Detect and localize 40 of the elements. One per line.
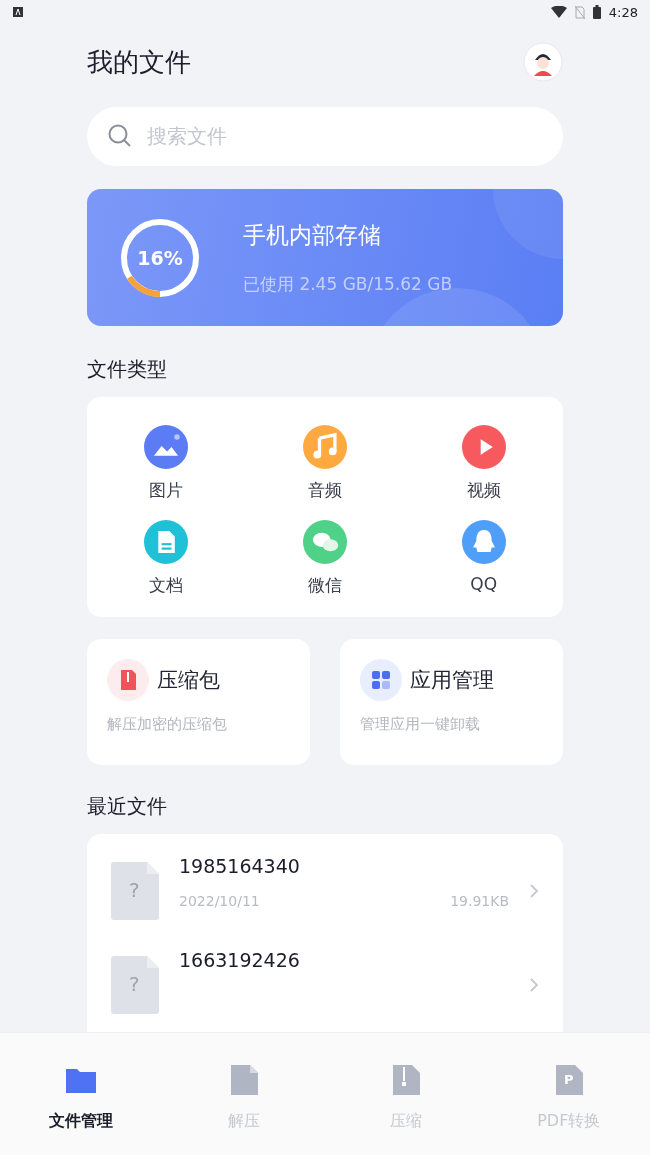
tool-title: 应用管理 (410, 667, 494, 694)
search-bar[interactable]: 搜索文件 (87, 106, 563, 167)
chevron-right-icon[interactable] (529, 977, 539, 993)
chevron-right-icon[interactable] (529, 883, 539, 899)
tool-card[interactable]: 压缩包 解压加密的压缩包 (87, 639, 310, 765)
file-type-label[interactable]: 音频 (308, 479, 342, 502)
nav-tab[interactable]: 文件管理 (0, 1033, 163, 1155)
file-size: 19.91KB (450, 893, 509, 909)
file-date: 2022/10/11 (179, 893, 260, 909)
no-sim-icon (574, 5, 585, 19)
usage-percent: 16% (137, 246, 183, 269)
tool-subtitle: 解压加密的压缩包 (107, 715, 228, 734)
question-mark: ? (129, 878, 140, 902)
unknown-file-icon (111, 862, 159, 920)
search-input[interactable]: 搜索文件 (145, 123, 543, 150)
question-mark: ? (129, 972, 140, 996)
section-heading: 最近文件 (87, 793, 168, 820)
file-type-label[interactable]: 视频 (466, 479, 501, 502)
tool-card[interactable]: 应用管理 管理应用一键卸载 (340, 639, 563, 765)
file-type-label[interactable]: 图片 (149, 479, 184, 502)
archive-icon (107, 659, 149, 701)
unknown-file-icon (111, 956, 159, 1014)
battery-icon (592, 5, 601, 19)
storage-title: 手机内部存储 (243, 220, 382, 250)
section-heading: 文件类型 (87, 356, 168, 383)
file-name[interactable]: 1663192426 (179, 949, 509, 971)
tool-title: 压缩包 (157, 667, 220, 694)
notification-icon (12, 6, 24, 18)
file-name[interactable]: 1985164340 (179, 855, 509, 877)
file-type-label[interactable]: QQ (470, 574, 498, 594)
storage-usage: 已使用 2.45 GB/15.62 GB (243, 272, 453, 296)
apps-icon (360, 659, 402, 701)
file-type-label[interactable]: 微信 (308, 574, 342, 597)
status-time: 4:28 (608, 4, 638, 20)
avatar-icon[interactable] (523, 42, 563, 83)
tool-subtitle: 管理应用一键卸载 (360, 715, 481, 734)
icon-letter: P (563, 1072, 575, 1087)
file-type-label[interactable]: 文档 (149, 574, 184, 597)
page-title: 我的文件 (87, 45, 191, 79)
wifi-icon (550, 6, 567, 18)
